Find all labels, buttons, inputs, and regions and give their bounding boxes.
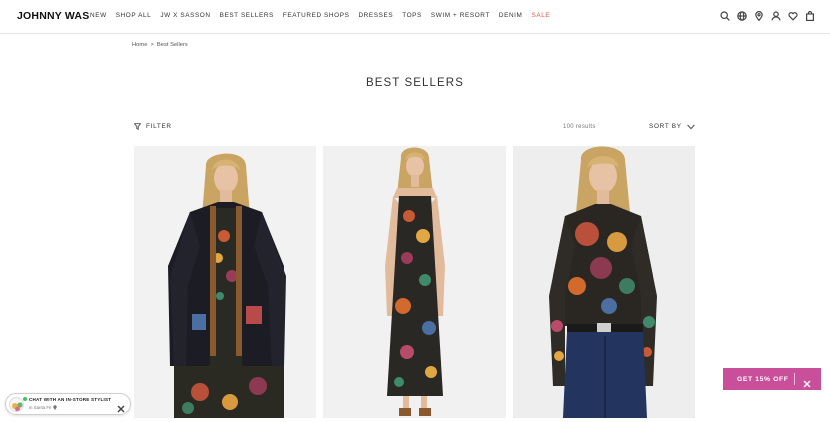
breadcrumb-separator: > bbox=[150, 42, 154, 48]
chevron-down-icon bbox=[686, 124, 695, 129]
header-icons bbox=[720, 10, 815, 21]
globe-icon[interactable] bbox=[737, 10, 747, 21]
discount-promo-button[interactable]: GET 15% OFF bbox=[723, 368, 821, 390]
wishlist-icon[interactable] bbox=[788, 10, 798, 21]
nav-item-jw-x-sasson[interactable]: JW X SASSON bbox=[160, 12, 210, 19]
nav-item-shop-all[interactable]: SHOP ALL bbox=[116, 12, 152, 19]
sort-by-dropdown[interactable]: SORT BY bbox=[649, 123, 695, 130]
nav-item-denim[interactable]: DENIM bbox=[499, 12, 523, 19]
product-image-2 bbox=[323, 146, 506, 418]
breadcrumb: Home > Best Sellers bbox=[132, 42, 188, 48]
product-image-1 bbox=[134, 146, 316, 418]
product-card-1[interactable] bbox=[134, 146, 316, 418]
nav-item-dresses[interactable]: DRESSES bbox=[358, 12, 393, 19]
nav-item-featured-shops[interactable]: FEATURED SHOPS bbox=[283, 12, 350, 19]
search-icon[interactable] bbox=[720, 10, 730, 21]
location-pin-icon bbox=[53, 405, 58, 410]
location-icon[interactable] bbox=[754, 10, 764, 21]
chat-widget[interactable]: CHAT WITH AN IN-STORE STYLIST in Santa F… bbox=[5, 393, 131, 415]
chat-close-icon[interactable] bbox=[117, 400, 125, 413]
nav-item-swim-resort[interactable]: SWIM + RESORT bbox=[431, 12, 490, 19]
promo-close-icon[interactable] bbox=[803, 375, 811, 388]
chat-location: in Santa Fe bbox=[29, 405, 58, 410]
results-count: 100 results bbox=[563, 124, 596, 130]
stylist-avatar bbox=[9, 397, 24, 412]
filter-button[interactable]: FILTER bbox=[134, 123, 172, 130]
page-title: BEST SELLERS bbox=[365, 77, 464, 89]
product-card-2[interactable] bbox=[323, 146, 506, 418]
brand-logo[interactable]: JOHNNY WAS bbox=[17, 10, 89, 22]
nav-item-sale[interactable]: SALE bbox=[531, 12, 550, 19]
sort-by-label: SORT BY bbox=[649, 123, 682, 130]
nav-item-new[interactable]: NEW bbox=[90, 12, 107, 19]
chat-location-label: in Santa Fe bbox=[29, 405, 52, 410]
breadcrumb-current: Best Sellers bbox=[156, 42, 188, 48]
nav-item-best-sellers[interactable]: BEST SELLERS bbox=[220, 12, 274, 19]
account-icon[interactable] bbox=[771, 10, 781, 21]
online-indicator bbox=[23, 397, 27, 401]
main-nav: NEW SHOP ALL JW X SASSON BEST SELLERS FE… bbox=[90, 12, 550, 19]
product-image-3 bbox=[513, 146, 695, 418]
bag-icon[interactable] bbox=[805, 10, 815, 21]
product-card-3[interactable] bbox=[513, 146, 695, 418]
chat-title: CHAT WITH AN IN-STORE STYLIST bbox=[29, 397, 112, 402]
breadcrumb-home[interactable]: Home bbox=[132, 42, 147, 48]
promo-label: GET 15% OFF bbox=[737, 375, 789, 383]
site-header: JOHNNY WAS NEW SHOP ALL JW X SASSON BEST… bbox=[0, 0, 830, 34]
filter-icon bbox=[134, 123, 141, 130]
nav-item-tops[interactable]: TOPS bbox=[402, 12, 422, 19]
promo-divider bbox=[794, 373, 795, 385]
filter-label: FILTER bbox=[146, 123, 172, 130]
